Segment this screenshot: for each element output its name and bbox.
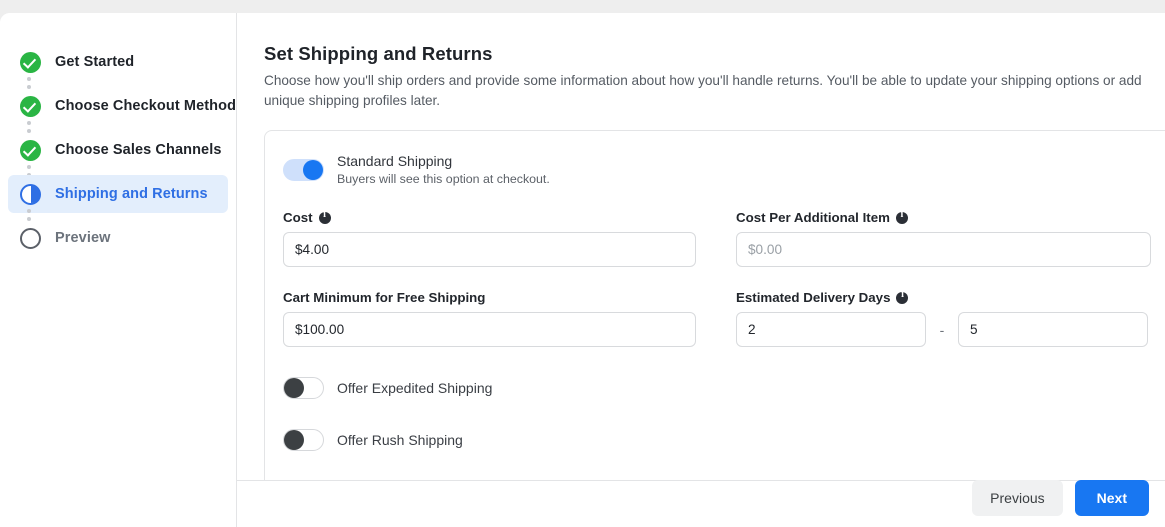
info-icon[interactable]	[896, 289, 909, 304]
expedited-shipping-row: Offer Expedited Shipping	[283, 377, 1165, 399]
cost-field-group: Cost	[283, 209, 696, 267]
cost-per-additional-item-input[interactable]	[736, 232, 1151, 267]
cost-input[interactable]	[283, 232, 696, 267]
standard-shipping-title: Standard Shipping	[337, 153, 453, 169]
cost-per-additional-item-label-wrap: Cost Per Additional Item	[736, 209, 1151, 225]
cost-label-wrap: Cost	[283, 209, 696, 225]
half-circle-icon	[20, 183, 41, 205]
sidebar-item-label: Shipping and Returns	[55, 186, 208, 202]
check-circle-icon	[20, 139, 41, 161]
form-row-1: Cost Cost Per Additional Item	[283, 209, 1165, 267]
sidebar-item-preview[interactable]: Preview	[8, 219, 228, 257]
range-separator: -	[939, 321, 945, 338]
sidebar-item-shipping-and-returns[interactable]: Shipping and Returns	[8, 175, 228, 213]
sidebar-item-choose-sales-channels[interactable]: Choose Sales Channels	[8, 131, 228, 169]
toggle-knob	[284, 430, 304, 450]
standard-shipping-toggle[interactable]	[283, 159, 324, 181]
next-button[interactable]: Next	[1074, 480, 1149, 516]
page-title: Set Shipping and Returns	[264, 43, 493, 64]
cost-label: Cost	[283, 210, 313, 225]
cost-per-additional-item-field-group: Cost Per Additional Item	[736, 209, 1151, 267]
check-circle-icon	[20, 95, 41, 117]
cart-minimum-label-wrap: Cart Minimum for Free Shipping	[283, 290, 696, 305]
cart-minimum-input[interactable]	[283, 312, 696, 347]
sidebar-item-label: Choose Checkout Method	[55, 98, 237, 114]
rush-shipping-text: Offer Rush Shipping	[337, 432, 463, 449]
expedited-shipping-toggle[interactable]	[283, 377, 324, 399]
rush-shipping-label: Offer Rush Shipping	[337, 431, 463, 448]
standard-shipping-text: Standard Shipping Buyers will see this o…	[337, 153, 550, 187]
empty-circle-icon	[20, 227, 41, 249]
sidebar-item-label: Get Started	[55, 54, 135, 70]
info-icon[interactable]	[318, 209, 331, 224]
rush-shipping-toggle[interactable]	[283, 429, 324, 451]
standard-shipping-row: Standard Shipping Buyers will see this o…	[283, 153, 1165, 187]
check-circle-icon	[20, 51, 41, 73]
rush-shipping-row: Offer Rush Shipping	[283, 429, 1165, 451]
info-icon[interactable]	[895, 209, 908, 224]
wizard-step-sidebar: Get Started Choose Checkout Method Choos…	[0, 13, 237, 527]
connector-dot	[27, 209, 31, 213]
page-subtitle: Choose how you'll ship orders and provid…	[264, 73, 1142, 108]
wizard-content: Set Shipping and Returns Choose how you'…	[237, 13, 1165, 527]
estimated-delivery-days-field-group: Estimated Delivery Days -	[736, 289, 1151, 347]
estimated-delivery-days-range: -	[736, 312, 1151, 347]
estimated-delivery-days-max-input[interactable]	[958, 312, 1148, 347]
app-window: Get Started Choose Checkout Method Choos…	[0, 13, 1165, 527]
previous-button[interactable]: Previous	[972, 480, 1063, 516]
standard-shipping-card: Standard Shipping Buyers will see this o…	[237, 130, 1165, 481]
estimated-delivery-days-label-wrap: Estimated Delivery Days	[736, 289, 1151, 305]
sidebar-item-label: Preview	[55, 230, 111, 246]
form-row-2: Cart Minimum for Free Shipping Estimated…	[283, 289, 1165, 347]
expedited-shipping-text: Offer Expedited Shipping	[337, 380, 492, 397]
sidebar-item-choose-checkout-method[interactable]: Choose Checkout Method	[8, 87, 236, 125]
toggle-knob	[284, 378, 304, 398]
expedited-shipping-label: Offer Expedited Shipping	[337, 379, 493, 396]
estimated-delivery-days-min-input[interactable]	[736, 312, 926, 347]
standard-shipping-subtitle: Buyers will see this option at checkout.	[337, 172, 550, 186]
sidebar-item-get-started[interactable]: Get Started	[8, 43, 228, 81]
sidebar-item-label: Choose Sales Channels	[55, 142, 222, 158]
cost-per-additional-item-label: Cost Per Additional Item	[736, 210, 890, 225]
connector-dot	[27, 165, 31, 169]
wizard-body: Get Started Choose Checkout Method Choos…	[0, 13, 1165, 527]
wizard-footer: Previous Next	[972, 480, 1149, 516]
toggle-knob	[303, 160, 323, 180]
cart-minimum-label: Cart Minimum for Free Shipping	[283, 290, 486, 305]
connector-dot	[27, 77, 31, 81]
cart-minimum-field-group: Cart Minimum for Free Shipping	[283, 290, 696, 347]
estimated-delivery-days-label: Estimated Delivery Days	[736, 290, 891, 305]
connector-dot	[27, 121, 31, 125]
